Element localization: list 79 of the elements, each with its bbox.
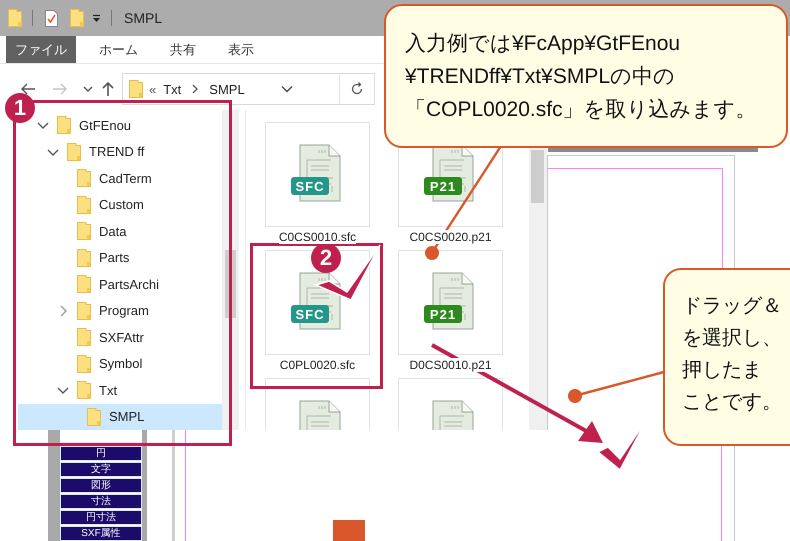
folder-tree-item[interactable]: SMPL xyxy=(18,404,222,430)
folder-name: TREND ff xyxy=(89,144,144,160)
ribbon-tab[interactable]: 共有 xyxy=(161,36,205,63)
folder-tree-item[interactable]: Data xyxy=(18,218,222,244)
refresh-icon[interactable] xyxy=(350,82,364,96)
folder-name: PartsArchi xyxy=(99,276,159,292)
toolbar-button[interactable]: 寸法 xyxy=(60,494,142,509)
path-segment[interactable]: SMPL xyxy=(209,82,245,96)
folder-name: Txt xyxy=(99,382,118,398)
address-bar[interactable]: « Txt SMPL xyxy=(122,73,375,105)
ribbon-tab[interactable]: ホーム xyxy=(90,36,147,63)
dropdown-icon[interactable] xyxy=(92,14,101,22)
chevron-right-icon[interactable] xyxy=(191,84,200,94)
folder-tree-item[interactable]: TREND ff xyxy=(18,138,222,165)
file-name: C0PL0020.sfc xyxy=(280,358,356,372)
file-tile[interactable]: P21 xyxy=(398,250,503,355)
path-segment[interactable]: Txt xyxy=(163,82,182,96)
folder-icon xyxy=(77,222,91,240)
folder-tree-item[interactable]: SXFAttr xyxy=(18,324,222,350)
folder-icon xyxy=(87,408,101,426)
folder-tree-item[interactable]: Parts xyxy=(18,244,222,271)
callout-text: ことです。 xyxy=(682,390,783,415)
chevron-down-icon[interactable] xyxy=(280,85,293,93)
window-title: SMPL xyxy=(124,10,162,26)
folder-name: Data xyxy=(99,224,126,239)
callout-text: ¥TRENDff¥Txt¥SMPLの中の xyxy=(405,64,676,90)
folder-icon xyxy=(8,9,22,27)
folder-name: Parts xyxy=(99,250,130,266)
file-name: D0CS0010.p21 xyxy=(409,358,492,372)
folder-icon xyxy=(57,116,71,134)
folder-icon xyxy=(67,142,81,161)
file-name: C0CS0010.sfc xyxy=(278,230,356,244)
folder-icon xyxy=(77,248,91,267)
folder-tree-item[interactable]: PartsArchi xyxy=(18,271,222,298)
callout-text: 「COPL0020.sfc」を取り込みます。 xyxy=(405,97,758,123)
folder-icon xyxy=(77,354,91,373)
up-arrow-icon[interactable] xyxy=(100,81,116,97)
folder-icon xyxy=(129,80,143,98)
ribbon-tab[interactable]: 表示 xyxy=(219,36,263,63)
folder-tree-item[interactable]: Program xyxy=(18,298,222,324)
folder-tree-item[interactable]: Custom xyxy=(18,192,222,218)
callout-text: を選択し、 xyxy=(682,326,783,351)
file-name: C0CS0020.p21 xyxy=(409,230,492,244)
marker-square xyxy=(333,520,365,541)
file-tile[interactable]: SFC xyxy=(265,122,370,227)
toolbar-button[interactable]: 円寸法 xyxy=(60,510,142,525)
toolbar-button[interactable]: SXF属性 xyxy=(60,526,142,541)
check-icon xyxy=(314,244,381,301)
overflow-chevrons[interactable]: « xyxy=(149,82,156,96)
folder-icon xyxy=(77,196,91,214)
file-type-badge: P21 xyxy=(424,305,462,323)
back-arrow-icon[interactable] xyxy=(20,81,36,97)
folder-icon xyxy=(77,275,91,294)
callout-text: ドラッグ＆ xyxy=(682,294,783,319)
callout-text: 押したま xyxy=(682,358,763,383)
folder-name: GtFEnou xyxy=(79,118,132,133)
folder-tree-item[interactable]: Txt xyxy=(18,377,222,404)
folder-tree-item[interactable]: CadTerm xyxy=(18,165,222,192)
toolbar-button[interactable]: 図形 xyxy=(60,478,142,493)
folder-name: Program xyxy=(99,303,149,318)
file-type-badge: SFC xyxy=(291,305,329,323)
folder-name: Symbol xyxy=(99,356,142,372)
folder-name: SMPL xyxy=(109,409,144,424)
callout-text: 入力例では¥FcApp¥GtFEnou xyxy=(405,31,682,57)
folder-name: Custom xyxy=(99,197,144,212)
folder-icon xyxy=(77,169,91,188)
folder-icon xyxy=(77,381,91,400)
file-type-badge: P21 xyxy=(424,177,462,195)
folder-icon xyxy=(77,328,91,346)
ribbon-tab[interactable]: ファイル xyxy=(6,36,76,63)
folder-name: CadTerm xyxy=(99,170,152,186)
folder-name: SXFAttr xyxy=(99,330,144,345)
notepad-check-icon[interactable] xyxy=(45,10,58,26)
toolbar-button[interactable]: 円 xyxy=(60,446,142,461)
folder-tree-item[interactable]: Symbol xyxy=(18,350,222,377)
folder-icon xyxy=(77,302,91,320)
toolbar-button[interactable]: 文字 xyxy=(60,462,142,477)
file-type-badge: SFC xyxy=(291,177,329,195)
scrollbar[interactable] xyxy=(529,148,547,430)
